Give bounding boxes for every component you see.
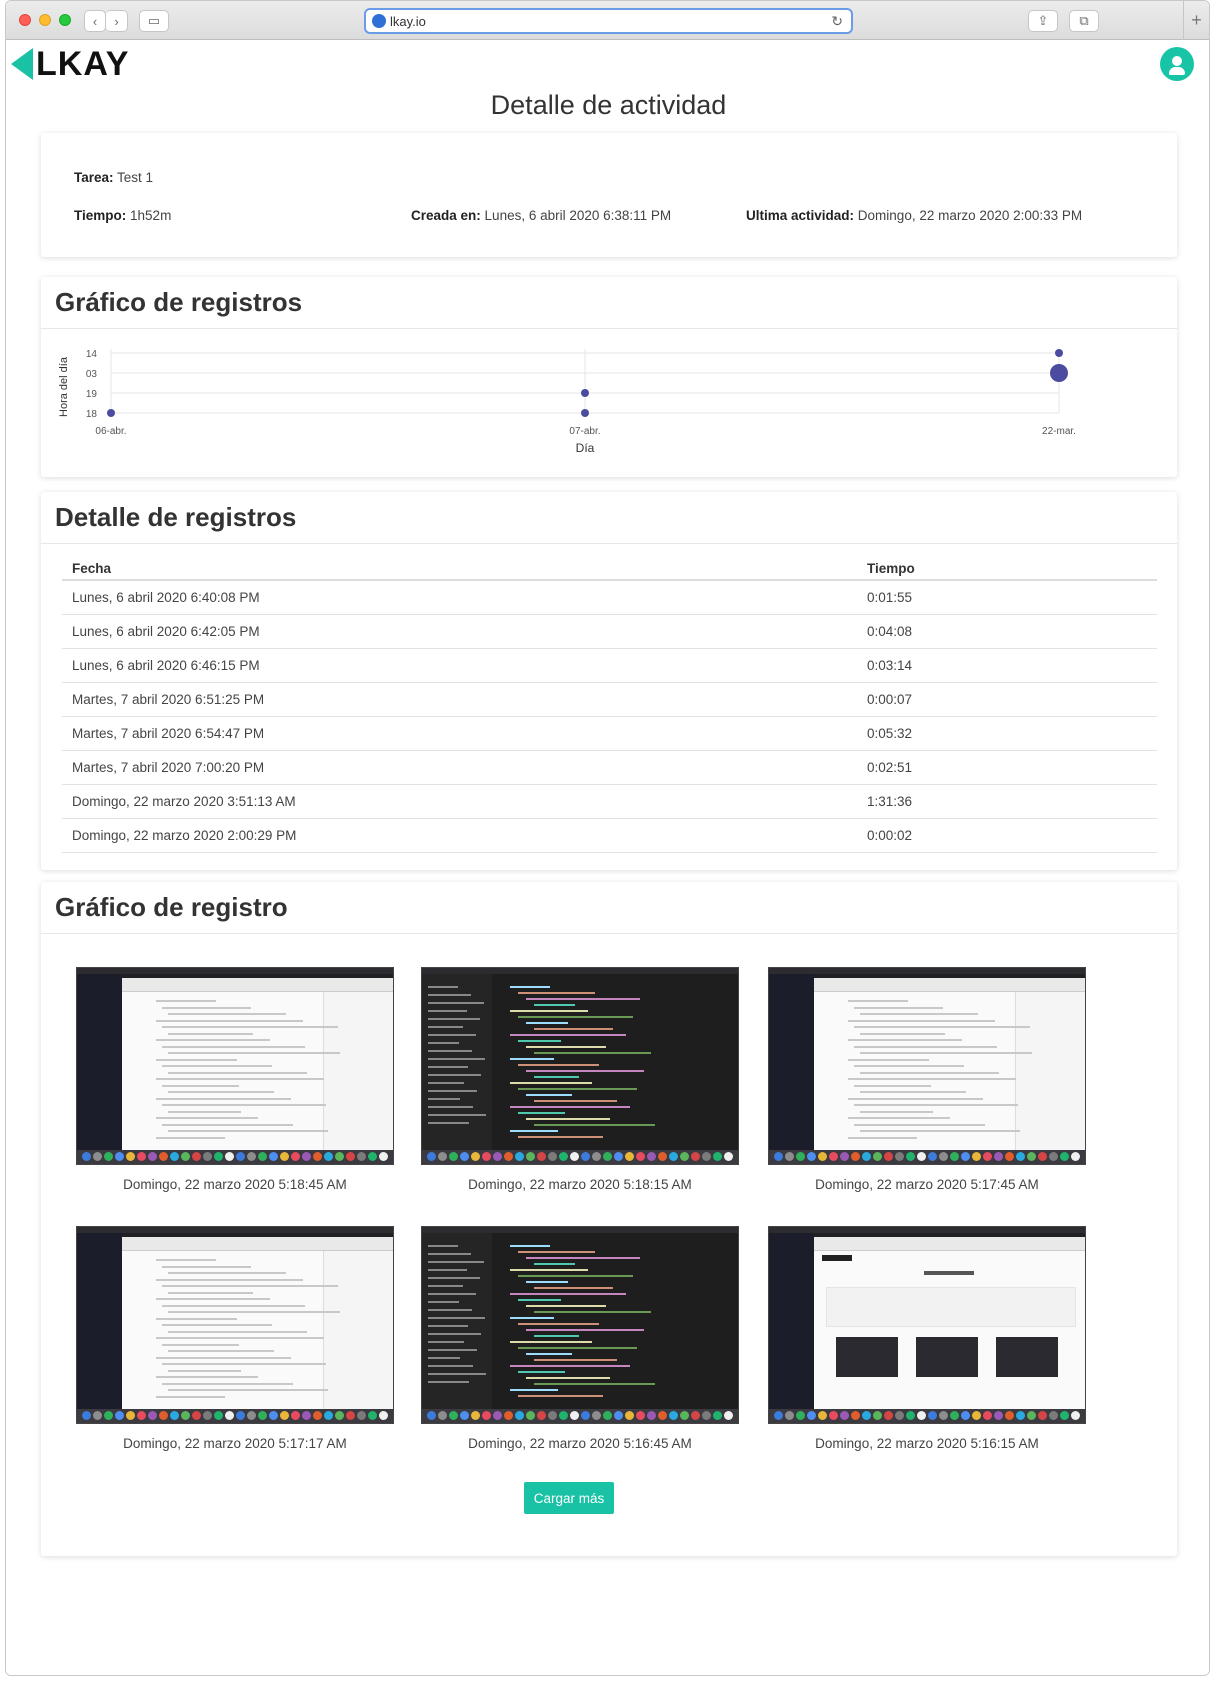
x-axis-label: Día [576,441,595,455]
last-activity-info: Ultima actividad: Domingo, 22 marzo 2020… [746,208,1083,223]
screenshot-thumbnail[interactable] [76,967,394,1165]
screenshot-timestamp: Domingo, 22 marzo 2020 5:18:15 AM [468,1177,692,1192]
screenshot-item[interactable]: Domingo, 22 marzo 2020 5:18:45 AM [76,967,394,1192]
screenshot-thumbnail[interactable] [768,1226,1086,1424]
y-axis-label: Hora del día [58,356,70,417]
minimize-window-button[interactable] [39,14,51,26]
record-date: Martes, 7 abril 2020 6:51:25 PM [62,682,857,717]
logo-chevron-icon [11,48,33,80]
table-row: Domingo, 22 marzo 2020 2:00:29 PM 0:00:02 [62,818,1157,853]
logo[interactable]: LKAY [11,44,130,83]
table-row: Lunes, 6 abril 2020 6:46:15 PM 0:03:14 [62,648,1157,683]
load-more-button[interactable]: Cargar más [524,1482,614,1514]
x-tick-label: 06-abr. [95,426,126,437]
record-date: Martes, 7 abril 2020 6:54:47 PM [62,716,857,751]
record-date: Martes, 7 abril 2020 7:00:20 PM [62,750,857,785]
reload-icon[interactable]: ↻ [831,13,843,30]
record-duration: 1:31:36 [857,784,1157,819]
sidebar-toggle-icon[interactable]: ▭ [139,10,169,32]
x-tick-label: 07-abr. [569,426,600,437]
user-icon [1172,56,1182,66]
back-icon[interactable]: ‹ [84,10,106,32]
column-header-time: Tiempo [857,544,1157,581]
screenshot-item[interactable]: Domingo, 22 marzo 2020 5:16:45 AM [421,1226,739,1451]
records-table: Fecha Tiempo Lunes, 6 abril 2020 6:40:08… [62,544,1157,853]
url-text: lkay.io [390,13,426,29]
screenshot-timestamp: Domingo, 22 marzo 2020 5:18:45 AM [123,1177,347,1192]
tabs-overview-icon[interactable]: ⧉ [1069,10,1099,32]
chart-card: Gráfico de registros 14 03 19 18 06-abr. 07-a… [41,277,1177,477]
y-tick-label: 14 [86,349,98,360]
screenshot-timestamp: Domingo, 22 marzo 2020 5:16:15 AM [815,1436,1039,1451]
record-duration: 0:03:14 [857,648,1157,683]
page-title: Detalle de actividad [490,90,727,120]
user-avatar[interactable] [1160,47,1194,81]
table-row: Lunes, 6 abril 2020 6:42:05 PM 0:04:08 [62,614,1157,649]
screenshot-item[interactable]: Domingo, 22 marzo 2020 5:18:15 AM [421,967,739,1192]
last-activity-value: Domingo, 22 marzo 2020 2:00:33 PM [857,208,1083,223]
screenshot-timestamp: Domingo, 22 marzo 2020 5:16:45 AM [468,1436,692,1451]
record-duration: 0:05:32 [857,716,1157,751]
record-duration: 0:02:51 [857,750,1157,785]
task-info: Tarea: Test 1 [74,170,154,185]
zoom-window-button[interactable] [59,14,71,26]
record-date: Domingo, 22 marzo 2020 2:00:29 PM [62,818,857,853]
record-date: Lunes, 6 abril 2020 6:40:08 PM [62,580,857,615]
time-value: 1h52m [130,208,172,223]
logo-text: LKAY [36,44,130,83]
table-row: Domingo, 22 marzo 2020 3:51:13 AM 1:31:36 [62,784,1157,819]
task-value: Test 1 [117,170,154,185]
browser-window: ‹ › ▭ lkay.io ↻ ⇪ ⧉ + LKAY Detalle de ac… [5,0,1210,1676]
data-point [107,409,115,417]
page-content: LKAY Detalle de actividad Tarea: Test 1 … [6,40,1209,1675]
screenshot-timestamp: Domingo, 22 marzo 2020 5:17:45 AM [815,1177,1039,1192]
forward-icon[interactable]: › [106,10,128,32]
record-duration: 0:00:02 [857,818,1157,853]
record-date: Lunes, 6 abril 2020 6:46:15 PM [62,648,857,683]
time-info: Tiempo: 1h52m [74,208,172,223]
screenshot-thumbnail[interactable] [421,1226,739,1424]
record-duration: 0:00:07 [857,682,1157,717]
close-window-button[interactable] [19,14,31,26]
screenshot-thumbnail[interactable] [76,1226,394,1424]
table-row: Martes, 7 abril 2020 7:00:20 PM 0:02:51 [62,750,1157,785]
record-duration: 0:01:55 [857,580,1157,615]
address-bar[interactable]: lkay.io ↻ [364,8,853,34]
screenshot-item[interactable]: Domingo, 22 marzo 2020 5:17:45 AM [768,967,1086,1192]
x-tick-label: 22-mar. [1042,426,1076,437]
screenshot-item[interactable]: Domingo, 22 marzo 2020 5:16:15 AM [768,1226,1086,1451]
data-point [1055,349,1063,357]
column-header-date: Fecha [62,544,857,581]
chart-section-title: Gráfico de registros [41,277,1177,329]
data-point [581,409,589,417]
data-point [1050,364,1068,382]
screenshot-thumbnail[interactable] [421,967,739,1165]
record-date: Domingo, 22 marzo 2020 3:51:13 AM [62,784,857,819]
share-icon[interactable]: ⇪ [1028,10,1058,32]
table-row: Martes, 7 abril 2020 6:51:25 PM 0:00:07 [62,682,1157,717]
activity-scatter-chart: 14 03 19 18 06-abr. 07-abr. 22-mar. Hora del dí… [58,349,1076,455]
summary-card: Tarea: Test 1 Tiempo: 1h52m Creada en: L… [41,133,1177,257]
y-tick-label: 03 [86,369,98,380]
records-section-title: Detalle de registros [41,492,1177,544]
table-row: Martes, 7 abril 2020 6:54:47 PM 0:05:32 [62,716,1157,751]
new-tab-icon[interactable]: + [1183,1,1209,40]
y-tick-label: 19 [86,389,98,400]
data-point [581,389,589,397]
screenshots-section-title: Gráfico de registro [41,882,1177,934]
screenshot-timestamp: Domingo, 22 marzo 2020 5:17:17 AM [123,1436,347,1451]
record-duration: 0:04:08 [857,614,1157,649]
created-info: Creada en: Lunes, 6 abril 2020 6:38:11 P… [411,208,672,223]
y-tick-label: 18 [86,409,98,420]
site-icon [372,14,386,28]
table-row: Lunes, 6 abril 2020 6:40:08 PM 0:01:55 [62,580,1157,615]
created-value: Lunes, 6 abril 2020 6:38:11 PM [484,208,672,223]
browser-toolbar: ‹ › ▭ lkay.io ↻ ⇪ ⧉ + [6,1,1209,40]
screenshot-item[interactable]: Domingo, 22 marzo 2020 5:17:17 AM [76,1226,394,1451]
screenshot-thumbnail[interactable] [768,967,1086,1165]
record-date: Lunes, 6 abril 2020 6:42:05 PM [62,614,857,649]
records-table-header: Fecha Tiempo [62,544,1157,581]
records-card: Detalle de registros Fecha Tiempo Lunes,… [41,492,1177,870]
screenshots-card: Gráfico de registro Domingo, 22 marzo 20… [41,882,1177,1556]
